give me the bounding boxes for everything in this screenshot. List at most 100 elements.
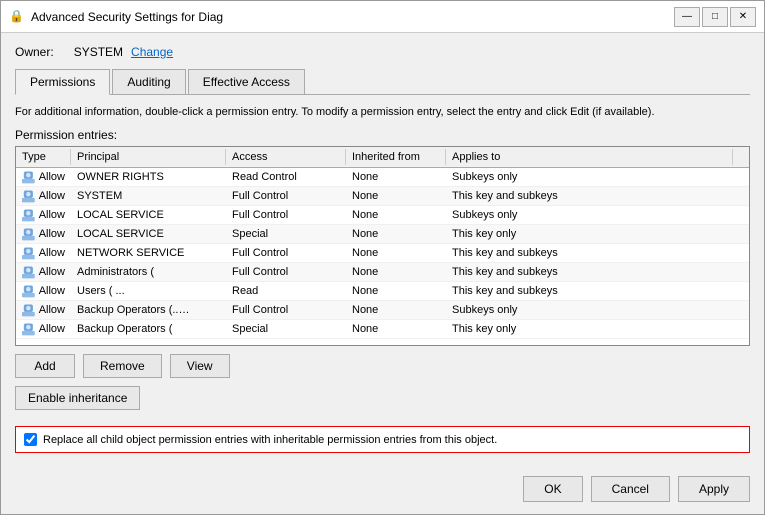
cell-applies: Subkeys only [446,303,749,317]
replace-permissions-row: Replace all child object permission entr… [15,426,750,453]
cell-principal: Administrators ( [71,265,226,279]
cell-applies: Subkeys only [446,208,749,222]
header-type: Type [16,149,71,165]
table-row[interactable]: Allow LOCAL SERVICE Full Control None Su… [16,206,749,225]
cell-inherited: None [346,227,446,241]
cell-applies: This key and subkeys [446,284,749,298]
info-text: For additional information, double-click… [15,105,750,120]
table-row[interactable]: Allow Users ( ... Read None This key and… [16,282,749,301]
user-icon [22,189,35,203]
cell-principal: LOCAL SERVICE [71,227,226,241]
cell-access: Full Control [226,246,346,260]
replace-permissions-checkbox[interactable] [24,433,37,446]
user-icon [22,322,35,336]
table-header: Type Principal Access Inherited from App… [16,147,749,168]
user-icon [22,170,35,184]
table-body[interactable]: Allow OWNER RIGHTS Read Control None Sub… [16,168,749,345]
cell-access: Full Control [226,189,346,203]
cell-type: Allow [16,264,71,280]
cell-applies: This key only [446,227,749,241]
cell-type: Allow [16,283,71,299]
table-row[interactable]: Allow Backup Operators (..… Full Control… [16,301,749,320]
header-applies: Applies to [446,149,733,165]
cell-access: Read Control [226,170,346,184]
table-row[interactable]: Allow Administrators ( Full Control None… [16,263,749,282]
cell-type: Allow [16,302,71,318]
header-access: Access [226,149,346,165]
add-button[interactable]: Add [15,354,75,378]
cell-type: Allow [16,207,71,223]
header-principal: Principal [71,149,226,165]
cell-inherited: None [346,322,446,336]
header-inherited: Inherited from [346,149,446,165]
cell-type: Allow [16,188,71,204]
enable-inheritance-button[interactable]: Enable inheritance [15,386,140,410]
window-icon: 🔒 [9,9,25,25]
owner-label: Owner: [15,45,54,59]
cell-principal: Backup Operators ( [71,322,226,336]
table-row[interactable]: Allow Backup Operators ( Special None Th… [16,320,749,339]
cell-access: Special [226,227,346,241]
user-icon [22,303,35,317]
cell-principal: NETWORK SERVICE [71,246,226,260]
cell-inherited: None [346,189,446,203]
cell-inherited: None [346,265,446,279]
dialog-buttons: OK Cancel Apply [15,476,750,502]
cancel-button[interactable]: Cancel [591,476,670,502]
cell-applies: Subkeys only [446,170,749,184]
cell-inherited: None [346,170,446,184]
view-button[interactable]: View [170,354,230,378]
apply-button[interactable]: Apply [678,476,750,502]
table-row[interactable]: Allow OWNER RIGHTS Read Control None Sub… [16,168,749,187]
user-icon [22,246,35,260]
ok-button[interactable]: OK [523,476,582,502]
window-title: Advanced Security Settings for Diag [31,10,674,24]
cell-principal: Users ( ... [71,284,226,298]
tabs-container: Permissions Auditing Effective Access [15,69,750,95]
cell-type: Allow [16,169,71,185]
content-area: Owner: SYSTEM Change Permissions Auditin… [1,33,764,514]
cell-inherited: None [346,284,446,298]
tab-auditing[interactable]: Auditing [112,69,185,94]
cell-type: Allow [16,245,71,261]
owner-value: SYSTEM [74,45,123,59]
cell-access: Full Control [226,265,346,279]
cell-principal: LOCAL SERVICE [71,208,226,222]
tab-effective-access[interactable]: Effective Access [188,69,305,94]
user-icon [22,227,35,241]
cell-applies: This key and subkeys [446,246,749,260]
remove-button[interactable]: Remove [83,354,162,378]
cell-access: Full Control [226,303,346,317]
cell-access: Full Control [226,208,346,222]
tab-permissions[interactable]: Permissions [15,69,110,95]
section-label: Permission entries: [15,128,750,142]
table-row[interactable]: Allow SYSTEM Full Control None This key … [16,187,749,206]
cell-inherited: None [346,246,446,260]
cell-principal: OWNER RIGHTS [71,170,226,184]
maximize-button[interactable]: □ [702,7,728,27]
table-action-buttons: Add Remove View [15,354,750,378]
main-window: 🔒 Advanced Security Settings for Diag — … [0,0,765,515]
permissions-table: Type Principal Access Inherited from App… [15,146,750,346]
user-icon [22,208,35,222]
window-controls: — □ ✕ [674,7,756,27]
replace-permissions-label: Replace all child object permission entr… [43,434,497,446]
cell-applies: This key and subkeys [446,265,749,279]
minimize-button[interactable]: — [674,7,700,27]
close-button[interactable]: ✕ [730,7,756,27]
cell-principal: Backup Operators (..… [71,303,226,317]
cell-inherited: None [346,208,446,222]
title-bar: 🔒 Advanced Security Settings for Diag — … [1,1,764,33]
table-row[interactable]: Allow NETWORK SERVICE Full Control None … [16,244,749,263]
user-icon [22,265,35,279]
cell-inherited: None [346,303,446,317]
user-icon [22,284,35,298]
change-owner-link[interactable]: Change [131,45,173,59]
cell-principal: SYSTEM [71,189,226,203]
table-row[interactable]: Allow LOCAL SERVICE Special None This ke… [16,225,749,244]
cell-access: Special [226,322,346,336]
cell-access: Read [226,284,346,298]
cell-applies: This key and subkeys [446,189,749,203]
cell-type: Allow [16,321,71,337]
cell-type: Allow [16,226,71,242]
